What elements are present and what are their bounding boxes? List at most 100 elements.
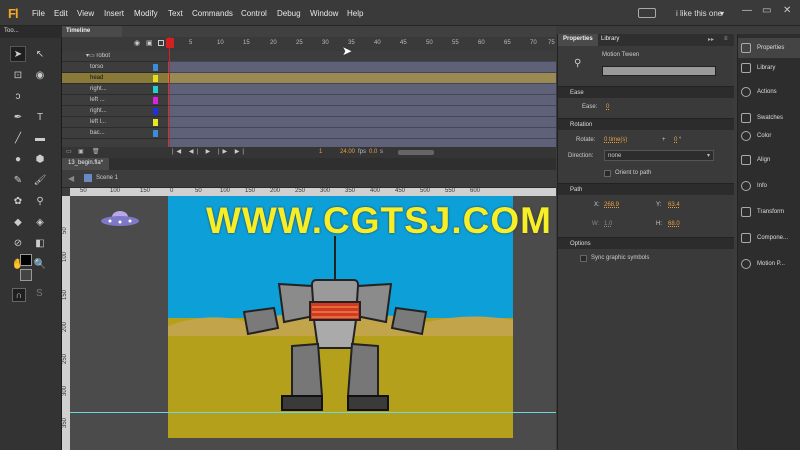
smooth-icon[interactable]: S — [36, 288, 43, 299]
rotate-times-value[interactable]: 0 time(s) — [604, 137, 627, 143]
timeline-tab[interactable]: Timeline — [62, 26, 122, 37]
collapse-icon[interactable]: ▸▸ — [708, 36, 714, 43]
3d-rotation-tool-icon[interactable]: ◉ — [32, 67, 48, 83]
layer-background[interactable]: bac... — [62, 128, 168, 139]
chevron-down-icon[interactable]: ▾ — [720, 9, 724, 18]
timeline-scrollbar[interactable] — [398, 150, 434, 155]
tools-tab[interactable]: Too... — [0, 26, 62, 38]
frame-row[interactable] — [168, 117, 556, 128]
menu-window[interactable]: Window — [310, 9, 338, 18]
frame-row[interactable] — [168, 73, 556, 84]
rotate-degrees-value[interactable]: 0 — [674, 137, 677, 143]
snap-icon[interactable]: ∩ — [12, 288, 26, 302]
current-frame[interactable]: 1 — [319, 149, 322, 155]
frame-row[interactable] — [168, 106, 556, 117]
section-options[interactable]: Options — [558, 237, 734, 249]
menu-help[interactable]: Help — [347, 9, 363, 18]
frame-row[interactable] — [168, 62, 556, 73]
polystar-tool-icon[interactable]: ⬢ — [32, 151, 48, 167]
ink-bottle-tool-icon[interactable]: ◈ — [32, 214, 48, 230]
workspace-selector[interactable]: i like this one — [676, 9, 722, 18]
frame-row[interactable] — [168, 128, 556, 139]
section-rotation[interactable]: Rotation — [558, 118, 734, 130]
layer-head[interactable]: head — [62, 73, 168, 84]
menu-debug[interactable]: Debug — [277, 9, 301, 18]
free-transform-tool-icon[interactable]: ⊡ — [10, 67, 26, 83]
new-layer-icon[interactable]: ▭ — [66, 148, 72, 155]
layer-folder-robot[interactable]: ▾▭ robot — [62, 51, 168, 62]
dock-library[interactable]: Library — [738, 58, 800, 78]
frame-row[interactable] — [168, 84, 556, 95]
frame-rate[interactable]: 24.00 — [340, 149, 355, 155]
maximize-button[interactable]: ▭ — [762, 5, 771, 16]
zoom-tool-icon[interactable]: 🔍 — [32, 256, 48, 272]
paint-bucket-tool-icon[interactable]: ◆ — [10, 214, 26, 230]
dock-color[interactable]: Color — [738, 126, 800, 146]
brush-tool-icon[interactable]: 🖌 — [32, 172, 48, 188]
playhead-handle[interactable] — [166, 38, 174, 48]
eraser-tool-icon[interactable]: ◧ — [32, 235, 48, 251]
dock-swatches[interactable]: Swatches — [738, 108, 800, 128]
menu-view[interactable]: View — [77, 9, 94, 18]
menu-file[interactable]: File — [32, 9, 45, 18]
pen-tool-icon[interactable]: ✒ — [10, 109, 26, 125]
orient-to-path-checkbox[interactable] — [604, 170, 611, 177]
dock-actions[interactable]: Actions — [738, 82, 800, 102]
new-folder-icon[interactable]: ▣ — [78, 148, 84, 155]
layer-right-arm[interactable]: right... — [62, 84, 168, 95]
menu-text[interactable]: Text — [168, 9, 183, 18]
dock-align[interactable]: Align — [738, 150, 800, 170]
close-button[interactable]: ✕ — [783, 5, 791, 16]
layer-torso[interactable]: torso — [62, 62, 168, 73]
y-value[interactable]: 63.4 — [668, 202, 680, 208]
text-tool-icon[interactable]: T — [32, 109, 48, 125]
oval-tool-icon[interactable]: ● — [10, 151, 26, 167]
lock-icon[interactable]: ▣ — [146, 39, 153, 47]
robot-symbol[interactable] — [234, 236, 444, 416]
ease-value[interactable]: 0 — [606, 104, 609, 110]
h-value[interactable]: 68.0 — [668, 221, 680, 227]
stroke-color-swatch[interactable] — [20, 254, 32, 266]
pencil-tool-icon[interactable]: ✎ — [10, 172, 26, 188]
layer-right-leg[interactable]: right... — [62, 106, 168, 117]
direction-select[interactable]: none ▾ — [604, 150, 714, 161]
eye-icon[interactable]: ◉ — [134, 39, 140, 47]
instance-name-field[interactable] — [602, 66, 716, 76]
menu-insert[interactable]: Insert — [104, 9, 124, 18]
bone-tool-icon[interactable]: ⚲ — [32, 193, 48, 209]
document-tab[interactable]: 13_begin.fla* — [62, 158, 110, 170]
guide-line[interactable] — [70, 412, 556, 413]
deco-tool-icon[interactable]: ✿ — [10, 193, 26, 209]
lasso-tool-icon[interactable]: ↄ — [10, 88, 26, 104]
outline-icon[interactable] — [158, 40, 164, 46]
play-controls[interactable]: |◀ ◀| ▶ |▶ ▶| — [172, 148, 247, 155]
back-arrow-icon[interactable]: ◀ — [68, 174, 74, 183]
dock-properties[interactable]: Properties — [738, 38, 800, 58]
menu-edit[interactable]: Edit — [54, 9, 68, 18]
frame-grid[interactable] — [168, 51, 556, 147]
sync-symbols-checkbox[interactable] — [580, 255, 587, 262]
frame-row[interactable] — [168, 95, 556, 106]
delete-layer-icon[interactable]: 🗑 — [92, 148, 100, 155]
layer-left-leg[interactable]: left l... — [62, 117, 168, 128]
rectangle-tool-icon[interactable]: ▬ — [32, 130, 48, 146]
eyedropper-tool-icon[interactable]: ⊘ — [10, 235, 26, 251]
x-value[interactable]: 268.9 — [604, 202, 619, 208]
line-tool-icon[interactable]: ╱ — [10, 130, 26, 146]
frame-row[interactable] — [168, 51, 556, 62]
section-ease[interactable]: Ease — [558, 86, 734, 98]
fill-color-swatch[interactable] — [20, 269, 32, 281]
ufo-symbol[interactable] — [100, 208, 140, 228]
dock-info[interactable]: Info — [738, 176, 800, 196]
section-path[interactable]: Path — [558, 183, 734, 195]
elapsed-time[interactable]: 0.0 — [369, 149, 377, 155]
minimize-button[interactable]: — — [742, 5, 752, 16]
layer-left-arm[interactable]: left ... — [62, 95, 168, 106]
panel-menu-icon[interactable]: ≡ — [724, 36, 728, 42]
menu-control[interactable]: Control — [241, 9, 267, 18]
dock-motion-presets[interactable]: Motion P... — [738, 254, 800, 274]
dock-components[interactable]: Compone... — [738, 228, 800, 248]
menu-modify[interactable]: Modify — [134, 9, 158, 18]
playhead[interactable] — [169, 37, 170, 147]
selection-tool-icon[interactable]: ➤ — [10, 46, 26, 62]
